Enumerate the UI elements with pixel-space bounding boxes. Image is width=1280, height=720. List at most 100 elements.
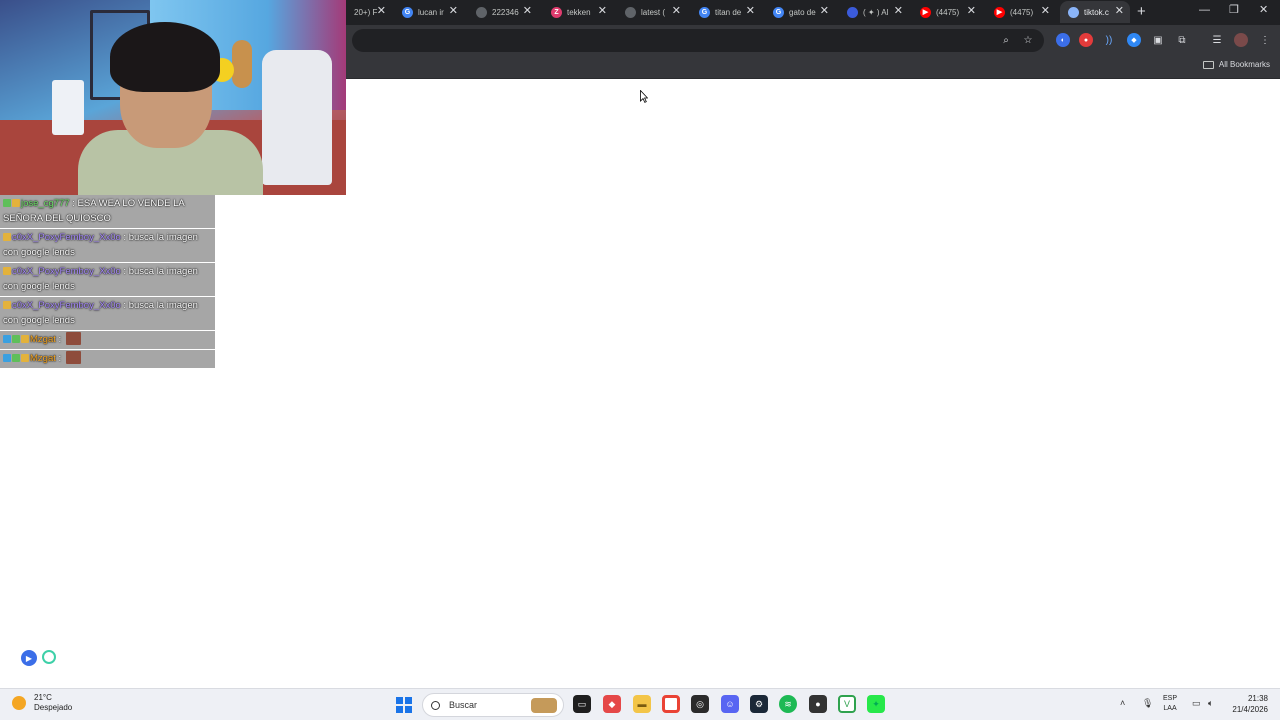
chat-separator: :	[55, 334, 64, 345]
all-bookmarks-label: All Bookmarks	[1218, 60, 1270, 69]
tab-close-icon[interactable]: ✕	[523, 6, 532, 17]
new-tab-button[interactable]: +	[1137, 4, 1146, 19]
browser-tab[interactable]: Glucan ir ✕	[394, 1, 464, 23]
tab-close-icon[interactable]: ✕	[672, 6, 681, 17]
chat-separator: :	[120, 232, 129, 243]
app-vectorworks-icon[interactable]: V	[838, 695, 856, 713]
spotify-icon[interactable]: ≋	[779, 695, 797, 713]
search-icon	[431, 700, 440, 710]
tab-title: 222346	[492, 7, 519, 17]
microphone-icon[interactable]: 🎙︎	[1142, 698, 1153, 709]
browser-tab[interactable]: 222346 ✕	[468, 1, 538, 23]
lang-top: ESP	[1163, 695, 1178, 702]
taskbar-clock[interactable]: 21:38 21/4/2026	[1226, 693, 1268, 715]
green-badge-icon	[3, 199, 11, 207]
discord-icon[interactable]: ☺	[721, 695, 739, 713]
tab-favicon-icon: ▶	[920, 6, 931, 18]
extension-blue-icon[interactable]: ◆	[1127, 33, 1141, 47]
tab-close-icon[interactable]: ✕	[449, 6, 458, 17]
chat-separator: :	[120, 266, 129, 277]
browser-tab[interactable]: Gtitan de ✕	[691, 1, 761, 23]
tab-close-icon[interactable]: ✕	[894, 6, 903, 17]
extension-red-icon[interactable]: ●	[1079, 33, 1093, 47]
weather-desc: Despejado	[34, 703, 73, 712]
weather-temp: 21°C	[34, 693, 52, 702]
network-icon[interactable]: ▭	[1192, 698, 1201, 709]
tab-close-icon[interactable]: ✕	[967, 6, 976, 17]
bookmark-star-icon[interactable]: ☆	[1021, 33, 1035, 47]
tab-title: ( ✦ ) Al	[863, 7, 889, 17]
task-view-icon[interactable]: ▭	[573, 695, 591, 713]
weather-widget[interactable]: 21°C Despejado	[12, 693, 72, 713]
tray-overflow-icon[interactable]: ˄	[1120, 698, 1125, 708]
all-bookmarks-button[interactable]: All Bookmarks	[1202, 60, 1270, 69]
tab-favicon-icon: G	[773, 6, 784, 18]
tab-favicon-icon	[476, 6, 487, 18]
language-indicator[interactable]: ESP LAA	[1163, 694, 1177, 714]
green-badge-icon	[12, 335, 20, 343]
app-red-icon[interactable]: ◆	[603, 695, 621, 713]
app-dark-icon[interactable]: ◎	[691, 695, 709, 713]
webcam-guitar	[232, 40, 252, 88]
tab-close-icon[interactable]: ✕	[820, 6, 829, 17]
chat-username: c0xX_PoxyFemboy_Xx0o	[12, 266, 121, 277]
browser-tab[interactable]: ▶ (4475) ✕	[986, 1, 1056, 23]
app-red-dot-icon[interactable]: ●	[809, 695, 827, 713]
browser-tab[interactable]: ( ✦ ) Al ✕	[839, 1, 909, 23]
clock-time: 21:38	[1247, 694, 1268, 703]
search-placeholder: Buscar	[449, 700, 478, 710]
browser-tab[interactable]: Ztekken ✕	[543, 1, 613, 23]
chat-emote-icon	[65, 351, 81, 364]
address-bar[interactable]	[352, 29, 1044, 52]
menu-kebab-icon[interactable]: ⋮	[1258, 33, 1272, 47]
extension-waves-icon[interactable]: ))	[1102, 33, 1116, 47]
tab-title: tekken	[567, 7, 591, 17]
floating-app-icon[interactable]: ▶	[21, 650, 37, 666]
file-explorer-icon[interactable]: ▬	[633, 695, 651, 713]
extension-box-icon[interactable]: ▣	[1151, 33, 1165, 47]
chrome-icon[interactable]	[662, 695, 680, 713]
browser-tab[interactable]: Ggato de ✕	[765, 1, 835, 23]
zoom-icon[interactable]: ⌕	[999, 33, 1013, 47]
browser-tab[interactable]: tiktok.c ✕	[1060, 1, 1130, 23]
volume-icon[interactable]: 🔈︎	[1208, 698, 1213, 709]
chat-separator: :	[55, 353, 64, 364]
tab-close-icon[interactable]: ✕	[1115, 6, 1124, 17]
minimize-icon[interactable]: —	[1199, 5, 1210, 16]
chat-message: Mzgat :	[0, 331, 215, 349]
chat-message: Mzgat :	[0, 350, 215, 368]
tab-close-icon[interactable]: ✕	[377, 6, 386, 17]
app-green-icon[interactable]: ✦	[867, 695, 885, 713]
steam-icon[interactable]: ⚙	[750, 695, 768, 713]
floating-power-icon[interactable]	[42, 650, 56, 664]
tab-close-icon[interactable]: ✕	[1041, 6, 1050, 17]
profile-avatar-icon[interactable]	[1234, 33, 1248, 47]
crown-badge-icon	[21, 354, 29, 362]
extensions-puzzle-icon[interactable]: ⧉	[1175, 33, 1189, 47]
windows-taskbar: 21°C Despejado Buscar ▭ ◆ ▬ ◎ ☺ ⚙ ≋ ● V …	[0, 688, 1280, 720]
browser-tab[interactable]: 20+) F ✕	[346, 1, 392, 23]
tab-close-icon[interactable]: ✕	[746, 6, 755, 17]
taskbar-search[interactable]: Buscar	[422, 693, 564, 717]
tab-title: (4475)	[936, 7, 960, 17]
restore-icon[interactable]: ❐	[1229, 5, 1239, 16]
clock-date: 21/4/2026	[1232, 705, 1268, 714]
tab-title: titan de	[715, 7, 742, 17]
chat-username: jose_cg777	[21, 198, 70, 209]
chat-message: c0xX_PoxyFemboy_Xx0o : busca la imagen c…	[0, 263, 215, 296]
tab-close-icon[interactable]: ✕	[598, 6, 607, 17]
extension-translate-icon[interactable]: ◐	[1056, 33, 1070, 47]
mouse-cursor-icon	[640, 90, 648, 103]
browser-tab[interactable]: ▶ (4475) ✕	[912, 1, 982, 23]
chat-separator: :	[69, 198, 78, 209]
moon-weather-icon	[12, 696, 26, 710]
tab-favicon-icon	[1068, 6, 1079, 18]
close-window-icon[interactable]: ✕	[1259, 5, 1268, 16]
browser-tab[interactable]: latest (✕	[617, 1, 687, 23]
start-button[interactable]	[396, 697, 412, 713]
chat-separator: :	[120, 300, 129, 311]
tab-favicon-icon	[847, 6, 858, 18]
chat-username: c0xX_PoxyFemboy_Xx0o	[12, 232, 121, 243]
crown-badge-icon	[12, 199, 20, 207]
media-control-icon[interactable]: ☰	[1210, 33, 1224, 47]
